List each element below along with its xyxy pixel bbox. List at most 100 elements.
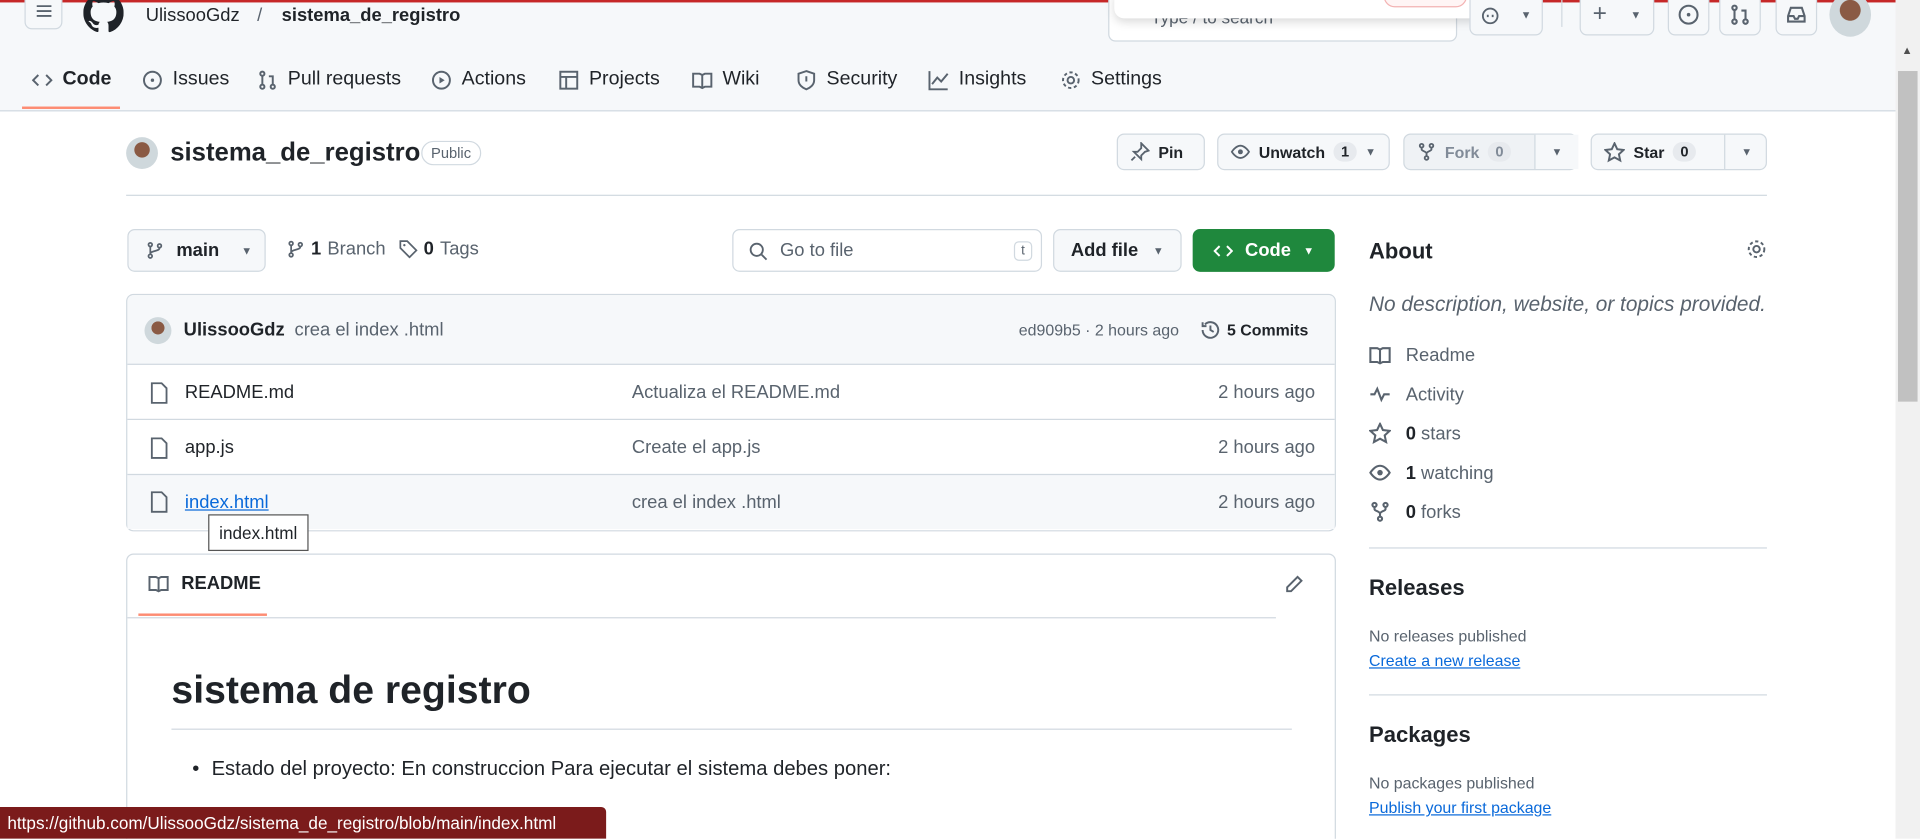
packages-text: No packages published: [1368, 773, 1535, 793]
issues-button[interactable]: [1667, 0, 1710, 36]
owner-link[interactable]: UlissooGdz: [146, 5, 240, 26]
item-label: Activity: [1405, 383, 1464, 405]
tab-security[interactable]: Security: [796, 66, 897, 93]
star-icon: [1604, 141, 1625, 162]
fork-button[interactable]: Fork 0 ▼: [1403, 133, 1579, 171]
tab-insights[interactable]: Insights: [928, 66, 1026, 93]
github-logo-icon[interactable]: [83, 0, 124, 33]
branch-select[interactable]: main ▼: [127, 228, 266, 272]
repo-link[interactable]: sistema_de_registro: [282, 5, 461, 26]
readme-link[interactable]: Readme: [1369, 344, 1475, 366]
star-icon: [1368, 422, 1392, 444]
gear-icon[interactable]: [1746, 239, 1767, 260]
code-button[interactable]: Code ▼: [1192, 228, 1335, 272]
scrollbar[interactable]: ▲: [1895, 0, 1920, 839]
tab-wiki[interactable]: Wiki: [692, 66, 760, 93]
branches-count: 1: [311, 238, 322, 260]
tab-code[interactable]: Code: [31, 66, 112, 93]
branch-name: main: [176, 240, 220, 261]
tab-label: Wiki: [722, 68, 760, 90]
fork-icon: [1418, 142, 1435, 161]
menu-button[interactable]: [24, 0, 63, 30]
file-commit-message[interactable]: Create el app.js: [632, 437, 761, 458]
item-count: 1: [1405, 462, 1416, 484]
file-row[interactable]: app.js Create el app.js 2 hours ago: [127, 418, 1335, 475]
shortcut-key: t: [1013, 240, 1033, 261]
table-icon: [559, 70, 579, 90]
star-button[interactable]: Star 0 ▼: [1590, 133, 1768, 171]
pull-request-icon: [1731, 3, 1749, 25]
bullet-text: Estado del proyecto: En construccion Par…: [211, 757, 892, 781]
copilot-button[interactable]: ▼: [1469, 0, 1543, 36]
tab-label: Pull requests: [287, 68, 402, 90]
shield-icon: [797, 69, 816, 90]
watchers-link[interactable]: 1 watching: [1369, 462, 1494, 484]
scrollbar-thumb[interactable]: [1897, 71, 1918, 402]
releases-heading[interactable]: Releases: [1369, 576, 1465, 602]
tab-label: Security: [826, 68, 898, 90]
tab-label: Settings: [1091, 68, 1162, 90]
commit-author[interactable]: UlissooGdz: [184, 320, 285, 341]
add-file-label: Add file: [1070, 240, 1139, 261]
create-release-link[interactable]: Create a new release: [1369, 651, 1520, 669]
pull-requests-button[interactable]: [1719, 0, 1761, 36]
repo-title[interactable]: sistema_de_registro: [170, 138, 420, 167]
star-dropdown[interactable]: ▼: [1724, 134, 1768, 169]
watch-count: 1: [1333, 142, 1357, 162]
branches-link[interactable]: 1 Branch: [287, 239, 386, 260]
tags-count: 0: [423, 238, 434, 260]
file-name[interactable]: index.html: [185, 492, 269, 513]
tab-issues[interactable]: Issues: [142, 66, 229, 93]
commits-link[interactable]: 5 Commits: [1200, 320, 1308, 341]
chevron-down-icon: ▼: [1520, 7, 1532, 21]
chevron-down-icon: ▼: [1365, 145, 1377, 158]
releases-text: No releases published: [1368, 626, 1527, 646]
stars-link[interactable]: 0 stars: [1368, 422, 1461, 444]
pulse-icon: [1370, 386, 1390, 403]
file-icon: [150, 491, 168, 513]
add-file-button[interactable]: Add file ▼: [1053, 228, 1182, 272]
tags-link[interactable]: 0 Tags: [399, 239, 479, 260]
chevron-down-icon: ▼: [241, 244, 253, 257]
file-name[interactable]: app.js: [185, 437, 234, 458]
packages-heading[interactable]: Packages: [1369, 722, 1471, 748]
publish-package-link[interactable]: Publish your first package: [1369, 798, 1551, 816]
inbox-icon: [1787, 6, 1806, 23]
chevron-down-icon: ▼: [1630, 7, 1642, 21]
branch-icon: [147, 241, 163, 259]
unwatch-button[interactable]: Unwatch 1 ▼: [1217, 133, 1390, 171]
branches-label: Branch: [327, 238, 386, 260]
file-icon: [150, 436, 168, 459]
item-count: 0: [1405, 501, 1416, 523]
tab-label: Code: [62, 68, 112, 90]
file-row[interactable]: README.md Actualiza el README.md 2 hours…: [127, 363, 1335, 420]
readme-tab[interactable]: README: [148, 573, 261, 594]
fork-dropdown[interactable]: ▼: [1534, 134, 1579, 169]
tab-pull-requests[interactable]: Pull requests: [257, 66, 401, 93]
forks-link[interactable]: 0 forks: [1369, 501, 1461, 523]
file-time: 2 hours ago: [1218, 382, 1316, 403]
tab-actions[interactable]: Actions: [431, 66, 526, 93]
commit-message[interactable]: crea el index .html: [295, 320, 444, 341]
popup-overlay: [1114, 0, 1494, 19]
commit-author-avatar[interactable]: [144, 316, 172, 344]
star-label: Star: [1633, 142, 1665, 162]
tab-projects[interactable]: Projects: [558, 66, 660, 93]
file-row[interactable]: index.html crea el index .html 2 hours a…: [127, 473, 1335, 529]
commit-hash-time[interactable]: ed909b5 · 2 hours ago: [1019, 321, 1179, 339]
file-commit-message[interactable]: crea el index .html: [632, 492, 781, 513]
pin-button[interactable]: Pin: [1116, 133, 1205, 171]
file-commit-message[interactable]: Actualiza el README.md: [632, 382, 840, 403]
go-to-file-input[interactable]: Go to file t: [732, 228, 1043, 272]
activity-link[interactable]: Activity: [1369, 383, 1464, 405]
inbox-button[interactable]: [1775, 0, 1818, 36]
item-label: stars: [1421, 423, 1461, 444]
create-new-button[interactable]: + ▼: [1579, 0, 1655, 36]
pencil-icon[interactable]: [1283, 574, 1304, 595]
popup-button[interactable]: [1383, 0, 1467, 8]
scroll-up-arrow[interactable]: ▲: [1902, 44, 1913, 56]
issue-icon: [1678, 4, 1699, 25]
issue-icon: [143, 70, 162, 90]
file-name[interactable]: README.md: [185, 382, 294, 403]
tab-settings[interactable]: Settings: [1060, 66, 1162, 93]
